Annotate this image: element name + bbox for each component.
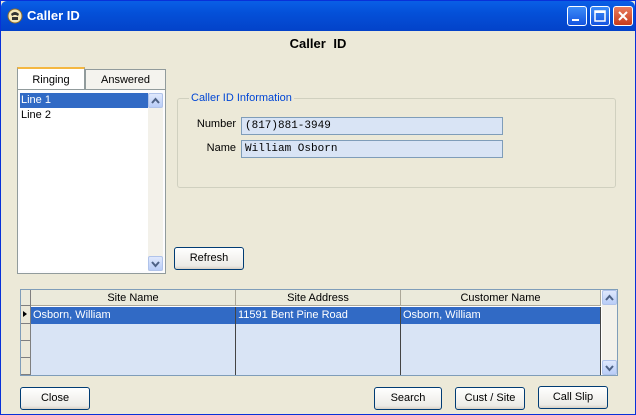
column-header-site-address[interactable]: Site Address (236, 290, 401, 306)
caller-id-window: Caller ID Caller ID Ringing Answered Lin… (0, 0, 636, 415)
column-header-customer-name[interactable]: Customer Name (401, 290, 601, 306)
close-icon (618, 11, 628, 21)
grid-scrollbar[interactable] (602, 290, 617, 375)
refresh-button[interactable]: Refresh (174, 247, 244, 270)
grid-scroll-up-button[interactable] (602, 290, 617, 305)
scroll-up-button[interactable] (148, 93, 163, 108)
title-bar[interactable]: Caller ID (1, 1, 635, 31)
list-item-line-2[interactable]: Line 2 (20, 108, 148, 123)
page-title: Caller ID (289, 36, 347, 51)
minimize-icon (572, 19, 579, 21)
window-title: Caller ID (27, 8, 80, 23)
name-field[interactable]: William Osborn (241, 140, 503, 158)
grid-empty-area (236, 324, 401, 375)
grid-scroll-down-button[interactable] (602, 360, 617, 375)
row-header (21, 341, 31, 358)
phone-icon (7, 8, 23, 24)
close-window-button[interactable] (613, 6, 633, 26)
grid-corner (21, 290, 31, 306)
tab-ringing[interactable]: Ringing (17, 67, 85, 89)
tab-answered[interactable]: Answered (85, 69, 166, 89)
line-list[interactable]: Line 1 Line 2 (20, 93, 148, 271)
caller-id-info-title: Caller ID Information (189, 92, 294, 104)
table-cell-customer-name[interactable]: Osborn, William (401, 307, 601, 324)
maximize-button[interactable] (590, 6, 610, 26)
row-header-selected[interactable] (21, 306, 31, 324)
chevron-up-icon (151, 97, 160, 104)
close-button[interactable]: Close (20, 387, 90, 410)
name-label: Name (206, 142, 236, 154)
table-cell-site-address[interactable]: 11591 Bent Pine Road (236, 307, 401, 324)
maximize-icon (594, 10, 606, 22)
row-header (21, 324, 31, 341)
column-header-site-name[interactable]: Site Name (31, 290, 236, 306)
call-slip-button[interactable]: Call Slip (538, 386, 608, 409)
grid-empty-area (31, 324, 236, 375)
row-header (21, 358, 31, 375)
ringing-tab-panel: Line 1 Line 2 (17, 89, 166, 274)
minimize-button[interactable] (567, 6, 587, 26)
line-list-scrollbar[interactable] (148, 93, 163, 271)
search-button[interactable]: Search (374, 387, 442, 410)
list-item-line-1[interactable]: Line 1 (20, 93, 148, 108)
chevron-down-icon (605, 365, 614, 372)
chevron-down-icon (151, 261, 160, 268)
sites-grid[interactable]: Site Name Site Address Customer Name Osb… (20, 289, 618, 376)
number-field[interactable]: (817)881-3949 (241, 117, 503, 135)
scroll-down-button[interactable] (148, 256, 163, 271)
row-pointer-icon (23, 311, 27, 317)
cust-site-button[interactable]: Cust / Site (455, 387, 525, 410)
number-label: Number (196, 118, 236, 130)
table-cell-site-name[interactable]: Osborn, William (31, 307, 236, 324)
chevron-up-icon (605, 294, 614, 301)
grid-empty-area (401, 324, 601, 375)
